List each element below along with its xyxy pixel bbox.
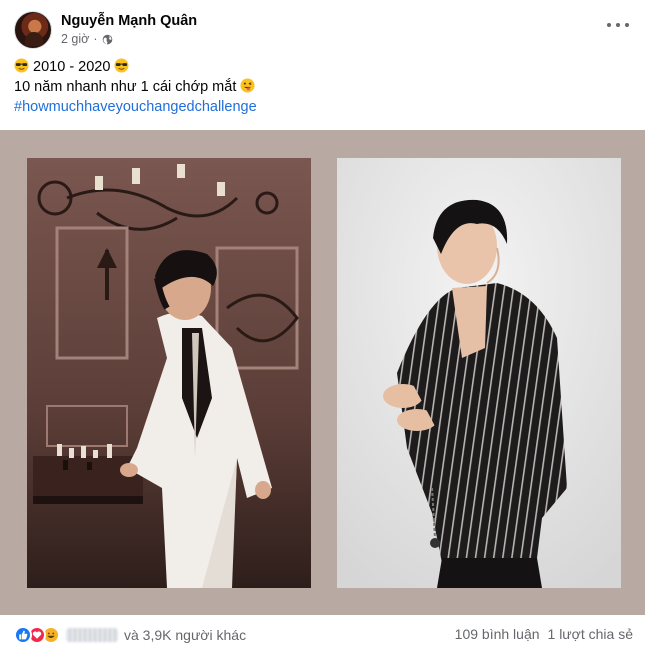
- post-time[interactable]: 2 giờ: [61, 32, 89, 46]
- blurred-names: [66, 628, 118, 642]
- comments-count[interactable]: 109 bình luận: [455, 626, 540, 642]
- photo-2010-image: [27, 158, 311, 588]
- post-footer: và 3,9K người khác 109 bình luận 1 lượt …: [0, 615, 645, 653]
- author-avatar[interactable]: [14, 11, 52, 49]
- sunglasses-emoji-icon: [114, 58, 129, 73]
- post-text-line-1: 2010 - 2020: [14, 57, 631, 77]
- reaction-others-text[interactable]: và 3,9K người khác: [124, 627, 246, 643]
- photo-2010[interactable]: [27, 158, 311, 588]
- sunglasses-emoji-icon: [14, 58, 29, 73]
- post-text-line-2: 10 năm nhanh như 1 cái chớp mắt: [14, 77, 631, 97]
- post-text: 2010 - 2020 10 năm nhanh như 1 cái chớp …: [14, 57, 631, 117]
- post-meta: 2 giờ ·: [61, 32, 113, 46]
- post-media[interactable]: [0, 130, 645, 615]
- photo-2020[interactable]: [337, 158, 621, 588]
- meta-separator: ·: [93, 32, 98, 46]
- reaction-summary[interactable]: và 3,9K người khác: [14, 626, 246, 644]
- shares-count[interactable]: 1 lượt chia sẻ: [548, 626, 633, 642]
- post-text-caption: 10 năm nhanh như 1 cái chớp mắt: [14, 79, 241, 95]
- engagement-counts: 109 bình luận 1 lượt chia sẻ: [455, 626, 633, 642]
- feed-post: Nguyễn Mạnh Quân 2 giờ · 2010 - 2020 10 …: [0, 0, 645, 653]
- post-header: Nguyễn Mạnh Quân 2 giờ ·: [14, 10, 631, 52]
- winking-tongue-emoji-icon: [240, 78, 255, 93]
- photo-2020-image: [337, 158, 621, 588]
- post-text-years: 2010 - 2020: [29, 59, 115, 75]
- globe-icon[interactable]: [102, 34, 113, 45]
- author-name[interactable]: Nguyễn Mạnh Quân: [61, 13, 197, 29]
- more-options-icon[interactable]: [607, 18, 629, 32]
- hashtag-link[interactable]: #howmuchhaveyouchangedchallenge: [14, 97, 631, 117]
- like-reaction-icon: [14, 626, 32, 644]
